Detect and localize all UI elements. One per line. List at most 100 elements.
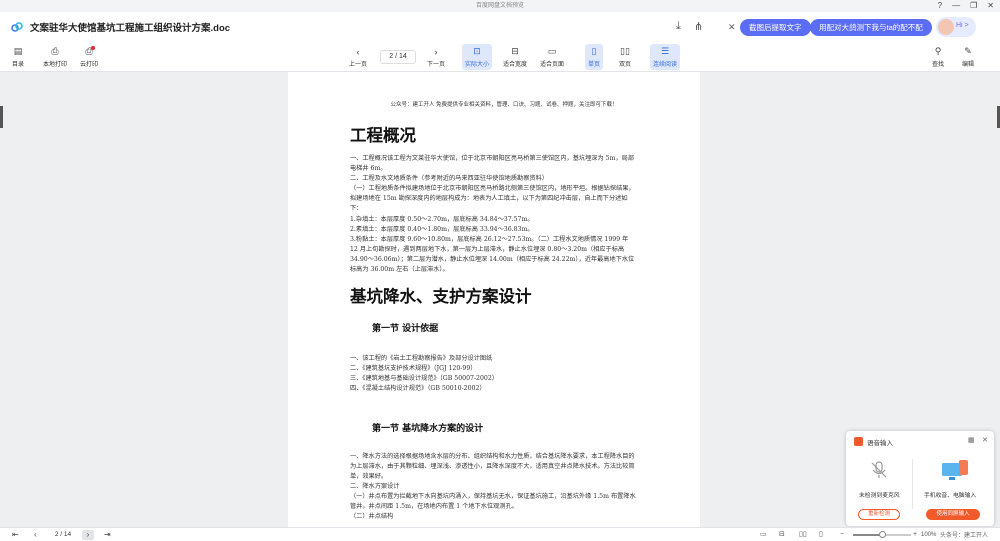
find-label: 查找 [932, 62, 945, 68]
paragraph: 一、工程概况该工程为文莱驻华大使馆，位于北京市朝阳区亮马桥第三使馆区内，基坑埋深… [350, 155, 635, 173]
voice-input-panel: 语音输入 ▦ ✕ 未检测到麦克风 手机收音、电脑输入 重新检测 使用同屏输入 [846, 431, 994, 526]
restore-button[interactable]: ❐ [970, 0, 977, 12]
close-icon[interactable]: ✕ [982, 436, 988, 444]
paragraph: 2.素填土：本层厚度 0.40～1.80m，层底标高 33.94～36.83m。 [350, 225, 534, 233]
section-heading: 第一节 设计依据 [372, 324, 439, 335]
recheck-button[interactable]: 重新检测 [858, 509, 900, 520]
single-page-icon: ▯ [591, 46, 597, 56]
paragraph: 二、工程及水文地质条件（参考附近的马来西亚驻华使馆地质勘察资料） [350, 175, 548, 183]
double-page-icon: ▯▯ [620, 46, 630, 56]
continuous-read-label: 连续阅读 [653, 62, 678, 68]
next-page-label: 下一页 [427, 62, 446, 68]
next-page-icon: › [434, 46, 438, 57]
paragraph: 一、降水方法的选择根据场地含水层的分布、组织结构和水力性质，结合基坑降水要求，本… [350, 452, 635, 480]
single-page-button[interactable]: ▯ 单页 [585, 44, 604, 70]
document-header: 文案驻华大使馆基坑工程施工组织设计方案.doc ⤓ ⋔ ✕ 截图后提取文字 用配… [0, 12, 1000, 42]
actual-size-icon: ⊡ [473, 46, 481, 56]
double-page-button[interactable]: ▯▯ 双页 [619, 46, 631, 68]
paragraph: 二、降水方案设计 [350, 482, 400, 490]
mic-off-icon [871, 461, 887, 478]
cloud-print-button[interactable]: ⎙ 云打印 [80, 46, 98, 68]
catalog-button[interactable]: ▤ 目录 [12, 46, 24, 68]
page-banner: 公众号：建工开人 免费提供专业相关资料，管理、口诀、习题、试卷、押题，关注即可下… [390, 102, 618, 108]
zoom-in-icon[interactable]: + [913, 530, 917, 540]
watermark: 头条号：建工开人 [940, 530, 989, 539]
zoom-slider[interactable] [853, 531, 911, 538]
section-heading: 第一节 基坑降水方案的设计 [372, 423, 484, 434]
paragraph: （一）井点布置为拦截地下水向基坑内涌入，保持基坑无水，保证基坑施工，沿基坑外缘 … [350, 492, 636, 510]
paragraph: 1.杂填土：本层厚度 0.50～2.70m，层底标高 34.84～37.57m。 [350, 215, 534, 223]
status-bar: ⇤ ‹ 2 / 14 › ⇥ ▭ ⊟ ▯▯ ▯ − + 100% [0, 527, 1000, 541]
window-controls: ? — ❐ ✕ [938, 0, 994, 12]
mic-status-label: 未检测到麦克风 [859, 493, 900, 499]
prev-page-button[interactable]: ‹ 上一页 [349, 46, 368, 69]
prev-page-icon: ‹ [356, 46, 360, 57]
zoom-slider-knob[interactable] [878, 531, 886, 538]
fit-page-label: 适合页面 [540, 62, 565, 68]
local-print-button[interactable]: ⎙ 本地打印 [43, 46, 67, 68]
help-button[interactable]: ? [938, 0, 942, 12]
print-icon: ⎙ [51, 46, 59, 56]
next-page-small-button[interactable]: › [82, 530, 94, 540]
voice-app-icon [854, 437, 863, 446]
assistant-hi-label: Hi > [956, 22, 969, 29]
view-mode-icon[interactable]: ▭ [760, 530, 767, 540]
paragraph: （二）井点结构 [350, 513, 394, 521]
fit-width-button[interactable]: ⊟ 适合宽度 [503, 46, 527, 68]
left-panel-handle[interactable] [0, 106, 3, 128]
paragraph: 二、《建筑基坑支护技术规程》（JGJ 120-99） [350, 365, 477, 373]
ai-match-button[interactable]: 用配对大鸽测下我与ta的配不配 [810, 19, 932, 36]
edit-button[interactable]: ✎ 编辑 [962, 46, 974, 68]
paragraph: 一、该工程的《岩土工程勘察报告》及部分设计图纸 [350, 355, 493, 363]
continuous-read-button[interactable]: ☰ 连续阅读 [650, 44, 681, 70]
cloud-print-label: 云打印 [80, 62, 99, 68]
same-screen-input-button[interactable]: 使用同屏输入 [926, 509, 980, 520]
viewer-toolbar: ▤ 目录 ⎙ 本地打印 ⎙ 云打印 ‹ 上一页 2 / 14 › 下一页 ⊡ 实… [0, 42, 1000, 72]
fit-width-label: 适合宽度 [503, 62, 528, 68]
status-page-indicator[interactable]: 2 / 14 [47, 530, 79, 540]
fit-width-small-icon[interactable]: ⊟ [779, 530, 785, 540]
grid-icon[interactable]: ▦ [968, 436, 975, 444]
find-button[interactable]: ⚲ 查找 [932, 46, 944, 68]
search-icon: ⚲ [934, 46, 942, 56]
fit-width-icon: ⊟ [511, 46, 519, 56]
next-page-button[interactable]: › 下一页 [427, 46, 446, 69]
catalog-label: 目录 [12, 62, 25, 68]
paragraph: 三、《建筑地基与基础设计规范》（GB 50007-2002） [350, 375, 498, 383]
prev-page-label: 上一页 [349, 62, 368, 68]
page-indicator-input[interactable]: 2 / 14 [380, 50, 416, 64]
first-page-button[interactable]: ⇤ [12, 530, 19, 540]
avatar [938, 19, 954, 35]
catalog-icon: ▤ [13, 46, 23, 56]
baidu-cloud-logo-icon [11, 22, 23, 32]
minimize-button[interactable]: — [952, 0, 960, 12]
fit-page-button[interactable]: ▭ 适合页面 [540, 46, 564, 68]
edit-icon: ✎ [964, 46, 972, 56]
double-page-small-icon[interactable]: ▯▯ [799, 530, 807, 540]
prev-page-small-button[interactable]: ‹ [34, 530, 37, 540]
close-button[interactable]: ✕ [987, 0, 994, 12]
local-print-label: 本地打印 [43, 62, 68, 68]
assistant-avatar[interactable]: Hi > [936, 17, 976, 37]
document-page: 公众号：建工开人 免费提供专业相关资料，管理、口诀、习题、试卷、押题，关注即可下… [288, 72, 700, 527]
extract-text-button[interactable]: 截图后提取文字 [740, 19, 811, 36]
window-title: 百度网盘文档预览 [475, 3, 524, 9]
download-icon[interactable]: ⤓ [676, 20, 681, 33]
paragraph: （一）工程地质条件拟建场地位于北京市朝阳区亮马桥路北侧第三使馆区内，地形平坦。根… [350, 185, 635, 213]
paragraph: 四、《混凝土结构设计规范》（GB 50010-2002） [350, 385, 486, 393]
actual-size-label: 实际大小 [465, 62, 490, 68]
window-titlebar: 百度网盘文档预览 ? — ❐ ✕ [0, 0, 1000, 12]
share-icon[interactable]: ⋔ [694, 20, 703, 33]
cloud-print-icon: ⎙ [83, 46, 95, 57]
double-page-label: 双页 [619, 62, 632, 68]
zoom-out-icon[interactable]: − [840, 530, 844, 540]
actual-size-button[interactable]: ⊡ 实际大小 [462, 44, 493, 70]
notification-dot [91, 46, 95, 50]
close-icon[interactable]: ✕ [728, 22, 736, 33]
last-page-button[interactable]: ⇥ [104, 530, 111, 540]
pc-phone-icon [942, 460, 968, 480]
heading-dewatering: 基坑降水、支护方案设计 [350, 287, 532, 307]
single-page-small-icon[interactable]: ▯ [819, 530, 823, 540]
phone-input-label: 手机收音、电脑输入 [924, 493, 977, 499]
fit-page-icon: ▭ [547, 46, 557, 56]
